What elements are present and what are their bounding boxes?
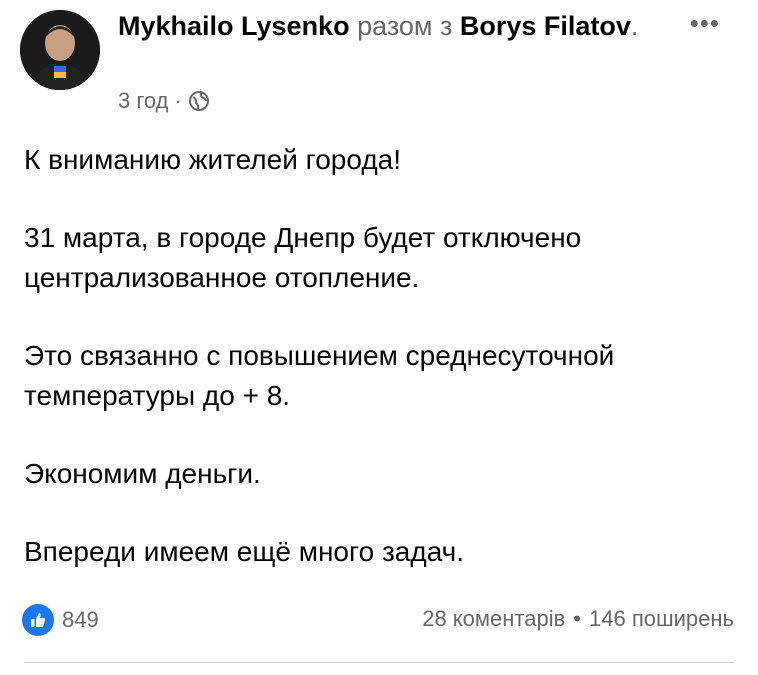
coauthor-name[interactable]: Borys Filatov xyxy=(460,11,631,41)
post-meta: 3 год · xyxy=(118,88,210,114)
stats-separator: • xyxy=(573,606,581,631)
post-paragraph: Впереди имеем ещё много задач. xyxy=(24,536,465,567)
reactions-count: 849 xyxy=(62,607,99,632)
author-name[interactable]: Mykhailo Lysenko xyxy=(118,11,350,41)
post-paragraph: 31 марта, в городе Днепр будет отключено… xyxy=(24,222,582,293)
post-paragraph: К вниманию жителей города! xyxy=(24,144,402,175)
with-label: разом з xyxy=(357,11,453,41)
divider xyxy=(24,662,734,663)
comments-count[interactable]: 28 коментарів xyxy=(422,606,565,632)
avatar-image xyxy=(20,10,100,90)
globe-icon xyxy=(188,90,210,112)
reactions-summary[interactable]: 849 xyxy=(22,604,99,636)
post-header: Mykhailo Lysenko разом з Borys Filatov. xyxy=(118,8,678,44)
coauthor-suffix: . xyxy=(630,11,639,41)
like-icon xyxy=(22,604,54,636)
post-paragraph: Экономим деньги. xyxy=(24,458,261,489)
facebook-post: Mykhailo Lysenko разом з Borys Filatov. … xyxy=(0,0,758,675)
post-paragraph: Это связанно с повышением среднесуточной… xyxy=(24,340,615,411)
post-stats: 28 коментарів • 146 поширень xyxy=(422,606,734,632)
post-body: К вниманию жителей города! 31 марта, в г… xyxy=(24,140,724,610)
post-timestamp[interactable]: 3 год xyxy=(118,88,168,114)
meta-separator: · xyxy=(174,88,182,113)
author-avatar[interactable] xyxy=(20,10,100,90)
more-options-button[interactable]: ••• xyxy=(690,8,720,39)
shares-count[interactable]: 146 поширень xyxy=(589,606,734,632)
